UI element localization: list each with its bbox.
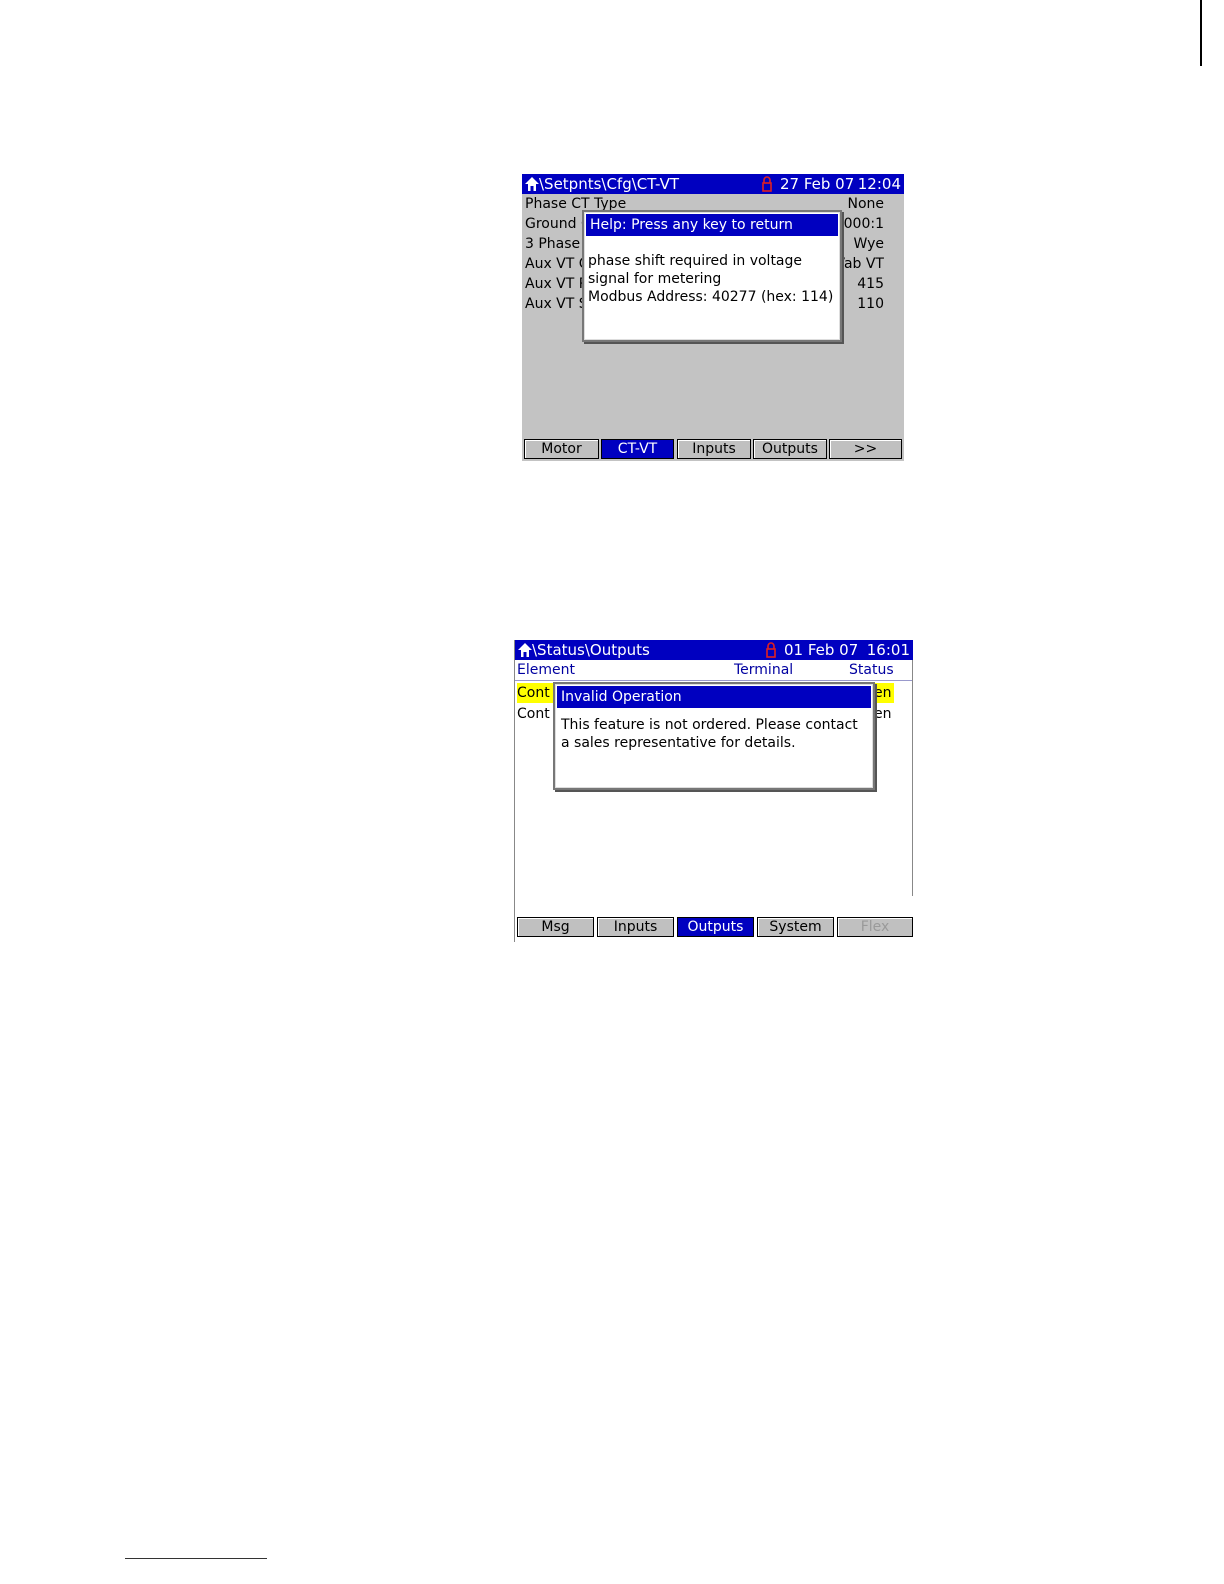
column-header-terminal: Terminal	[734, 662, 794, 678]
help-dialog[interactable]: Help: Press any key to return phase shif…	[582, 210, 842, 342]
setpoints-ct-vt-screen: \Setpnts\Cfg\CT-VT 27 Feb 07 12:04 Phase…	[522, 174, 904, 461]
setting-label: Ground C	[525, 216, 591, 232]
tab-inputs[interactable]: Inputs	[597, 917, 674, 937]
tab-bar: Motor CT-VT Inputs Outputs >>	[524, 439, 902, 459]
time-display: 16:01	[866, 641, 910, 659]
invalid-operation-dialog[interactable]: Invalid Operation This feature is not or…	[553, 682, 875, 790]
tab-bar: Msg Inputs Outputs System Flex	[517, 917, 913, 937]
dialog-text-line: signal for metering	[588, 271, 722, 287]
dialog-body: phase shift required in voltage signal f…	[588, 252, 834, 306]
title-bar: \Setpnts\Cfg\CT-VT 27 Feb 07 12:04	[522, 174, 904, 194]
tab-outputs[interactable]: Outputs	[753, 439, 827, 459]
dialog-text-line: phase shift required in voltage	[588, 253, 803, 269]
setting-value[interactable]: 2000:1	[835, 214, 884, 234]
tab-outputs[interactable]: Outputs	[677, 917, 754, 937]
breadcrumb: \Setpnts\Cfg\CT-VT	[539, 175, 680, 193]
header-divider	[515, 680, 913, 681]
date-display: 01 Feb 07	[784, 641, 859, 659]
dialog-text-line: Modbus Address: 40277 (hex: 114)	[588, 289, 834, 305]
dialog-text-line: This feature is not ordered. Please cont…	[561, 717, 858, 733]
column-header-status: Status	[849, 662, 894, 678]
setting-value[interactable]: None	[847, 194, 884, 214]
tab-inputs[interactable]: Inputs	[677, 439, 751, 459]
setting-label: 3 Phase	[525, 236, 581, 252]
status-outputs-screen: \Status\Outputs 01 Feb 07 16:01 Element …	[514, 640, 913, 942]
time-display: 12:04	[857, 175, 901, 193]
setting-value[interactable]: Vab VT	[835, 254, 884, 274]
lock-icon	[766, 642, 776, 658]
lock-icon	[762, 176, 772, 192]
table-row-status[interactable]: en	[874, 704, 894, 724]
breadcrumb: \Status\Outputs	[532, 641, 650, 659]
setting-value[interactable]: 110	[857, 294, 884, 314]
date-display: 27 Feb 07	[780, 175, 855, 193]
home-icon[interactable]	[518, 643, 532, 657]
column-header-element: Element	[517, 662, 575, 678]
dialog-title: Help: Press any key to return	[586, 214, 838, 236]
table-row-element[interactable]: Cont	[517, 704, 554, 724]
tab-system[interactable]: System	[757, 917, 834, 937]
table-row-status[interactable]: en	[874, 683, 894, 703]
dialog-title: Invalid Operation	[557, 686, 871, 708]
table-row-element[interactable]: Cont	[517, 683, 554, 703]
tab-more[interactable]: >>	[829, 439, 902, 459]
tab-ct-vt[interactable]: CT-VT	[601, 439, 674, 459]
home-icon[interactable]	[525, 177, 539, 191]
screen-edge	[912, 660, 913, 896]
page-margin-rule	[1200, 0, 1202, 66]
tab-flex: Flex	[837, 917, 913, 937]
title-bar: \Status\Outputs 01 Feb 07 16:01	[515, 640, 913, 660]
dialog-body: This feature is not ordered. Please cont…	[561, 716, 867, 752]
tab-msg[interactable]: Msg	[517, 917, 594, 937]
setting-label: Aux VT C	[525, 256, 589, 272]
setting-value[interactable]: 415	[857, 274, 884, 294]
footnote-rule	[125, 1558, 267, 1559]
dialog-text-line: a sales representative for details.	[561, 735, 796, 751]
tab-motor[interactable]: Motor	[524, 439, 599, 459]
setting-value[interactable]: Wye	[854, 234, 885, 254]
